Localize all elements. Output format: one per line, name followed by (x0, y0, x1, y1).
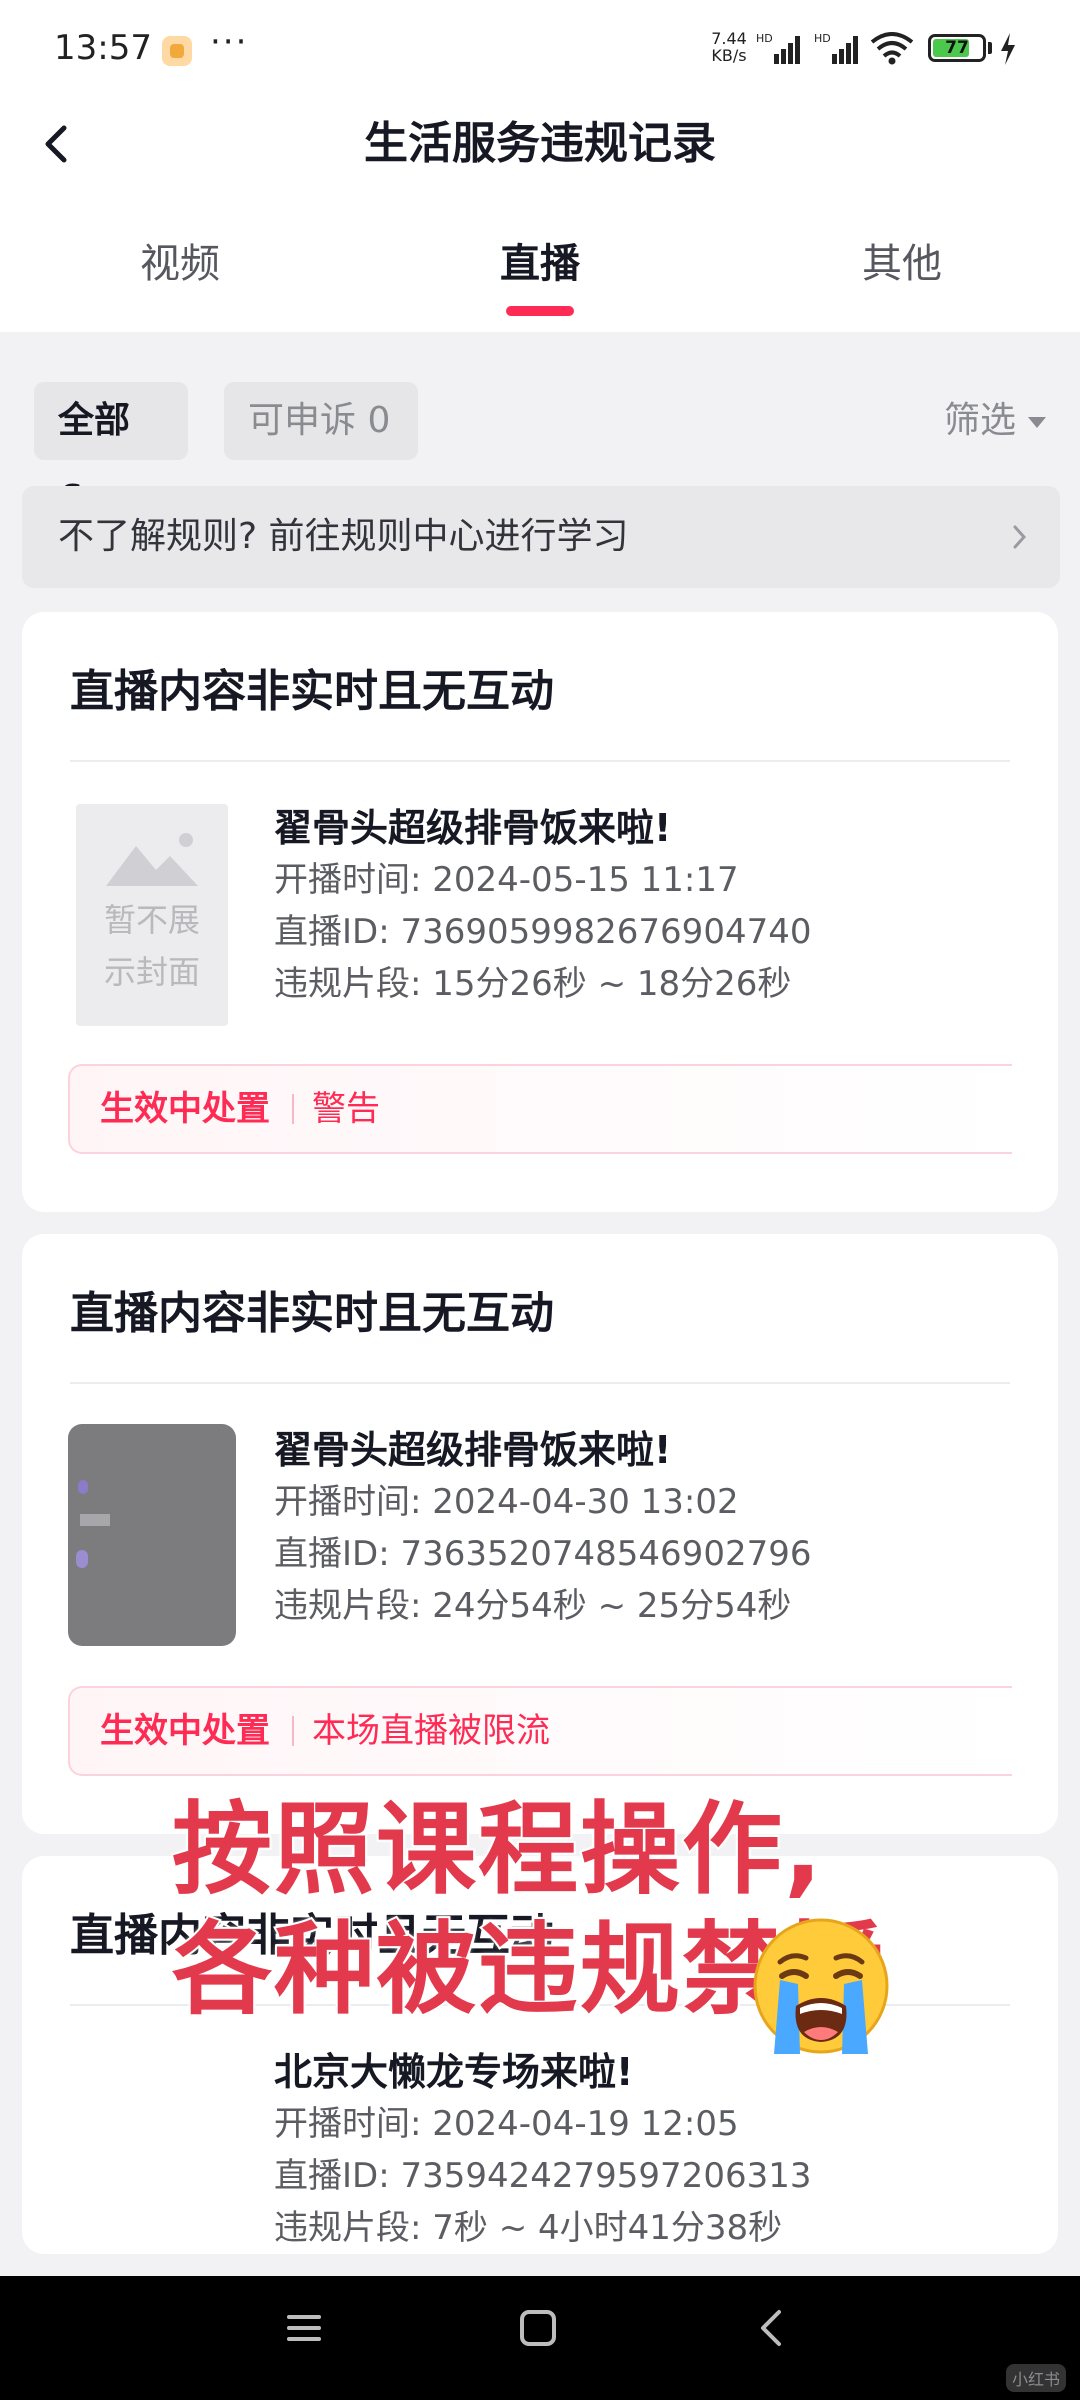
home-square-icon[interactable] (518, 2308, 558, 2348)
cover-placeholder: 暂不展示封面 (76, 804, 228, 1026)
overlay-caption-line-1: 按照课程操作, (170, 1789, 824, 1910)
filter-chip-appealable[interactable]: 可申诉 0 (224, 382, 418, 460)
tab-live[interactable]: 直播 (440, 236, 640, 292)
watermark: 小红书 (1005, 2364, 1066, 2392)
charging-bolt-icon (1001, 33, 1015, 65)
system-nav-bar: 小红书 (0, 2276, 1080, 2400)
divider (70, 1382, 1010, 1384)
app-notification-icon (162, 36, 192, 66)
violation-segment: 违规片段: 15分26秒 ~ 18分26秒 (274, 964, 792, 1004)
rules-center-banner[interactable]: 不了解规则? 前往规则中心进行学习 (22, 486, 1060, 588)
network-speed-unit: KB/s (711, 46, 747, 65)
stream-info: 翟骨头超级排骨饭来啦! 开播时间: 2024-05-15 11:17 直播ID:… (274, 802, 811, 1010)
filter-button[interactable]: 筛选 (944, 382, 1046, 460)
penalty-separator (292, 1716, 294, 1746)
filter-chip-all[interactable]: 全部 6 (34, 382, 188, 519)
menu-icon[interactable] (284, 2308, 324, 2348)
penalty-status: 生效中处置 (100, 1089, 270, 1129)
stream-cover (68, 1424, 236, 1646)
penalty-status: 生效中处置 (100, 1711, 270, 1751)
filter-label: 筛选 (943, 400, 1016, 441)
tab-other[interactable]: 其他 (802, 236, 1002, 292)
battery-level: 77 (945, 38, 969, 58)
signal-hd-label: HD (756, 32, 773, 45)
active-tab-indicator (506, 306, 574, 316)
stream-start-time: 开播时间: 2024-04-19 12:05 (274, 2104, 739, 2144)
header: 生活服务违规记录 视频 直播 其他 (0, 96, 1080, 332)
stream-live-id: 直播ID: 7369059982676904740 (274, 912, 812, 952)
violation-card[interactable]: 直播内容非实时且无互动 翟骨头超级排骨饭来啦! 开播时间: 2024-04-30… (22, 1234, 1058, 1834)
rules-banner-text: 不了解规则? 前往规则中心进行学习 (58, 516, 629, 557)
cover-detail (76, 1550, 88, 1568)
network-speed-value: 7.44 (711, 29, 747, 48)
penalty-box: 生效中处置 本场直播被限流 (68, 1686, 1012, 1776)
violation-type: 直播内容非实时且无互动 (70, 666, 554, 717)
tab-video[interactable]: 视频 (80, 236, 280, 292)
stream-title: 北京大懒龙专场来啦! (274, 2050, 634, 2094)
back-triangle-icon[interactable] (752, 2308, 792, 2348)
violation-segment: 违规片段: 7秒 ~ 4小时41分38秒 (274, 2208, 783, 2248)
divider (70, 760, 1010, 762)
violation-segment: 违规片段: 24分54秒 ~ 25分54秒 (274, 1586, 792, 1626)
chevron-right-icon (1013, 525, 1027, 549)
battery-icon: 77 (928, 34, 986, 62)
stream-start-time: 开播时间: 2024-05-15 11:17 (274, 860, 739, 900)
cover-placeholder-text: 暂不展示封面 (103, 901, 200, 991)
status-bar: 13:57 ··· 7.44 KB/s HD HD 77 (0, 0, 1080, 96)
page-title: 生活服务违规记录 (364, 118, 716, 169)
stream-start-time: 开播时间: 2024-04-30 13:02 (274, 1482, 739, 1522)
more-notifications-icon: ··· (210, 22, 249, 62)
status-time: 13:57 (54, 28, 152, 68)
signal-2-hd-label: HD (814, 32, 831, 45)
penalty-box: 生效中处置 警告 (68, 1064, 1012, 1154)
stream-live-id: 直播ID: 7363520748546902796 (274, 1534, 812, 1574)
cover-detail (80, 1514, 110, 1526)
stream-info: 北京大懒龙专场来啦! 开播时间: 2024-04-19 12:05 直播ID: … (274, 2046, 811, 2254)
stream-title: 翟骨头超级排骨饭来啦! (274, 1428, 672, 1472)
violation-card[interactable]: 直播内容非实时且无互动 暂不展示封面 翟骨头超级排骨饭来啦! 开播时间: 202… (22, 612, 1058, 1212)
wifi-icon (870, 32, 914, 65)
stream-live-id: 直播ID: 7359424279597206313 (274, 2156, 812, 2196)
stream-title: 翟骨头超级排骨饭来啦! (274, 806, 672, 850)
stream-info: 翟骨头超级排骨饭来啦! 开播时间: 2024-04-30 13:02 直播ID:… (274, 1424, 811, 1632)
penalty-detail: 警告 (312, 1089, 380, 1129)
tab-bar: 视频 直播 其他 (0, 236, 1080, 332)
loudly-crying-face-icon (753, 1918, 889, 2054)
penalty-separator (292, 1094, 294, 1124)
signal-icon: HD (756, 32, 800, 64)
signal-2-icon: HD (814, 32, 858, 64)
image-placeholder-icon (106, 833, 198, 886)
caret-down-icon (1028, 416, 1046, 428)
cover-detail (78, 1480, 88, 1494)
battery-cap (988, 42, 992, 54)
network-speed: 7.44 KB/s (706, 30, 752, 64)
penalty-detail: 本场直播被限流 (312, 1711, 550, 1751)
violation-type: 直播内容非实时且无互动 (70, 1288, 554, 1339)
